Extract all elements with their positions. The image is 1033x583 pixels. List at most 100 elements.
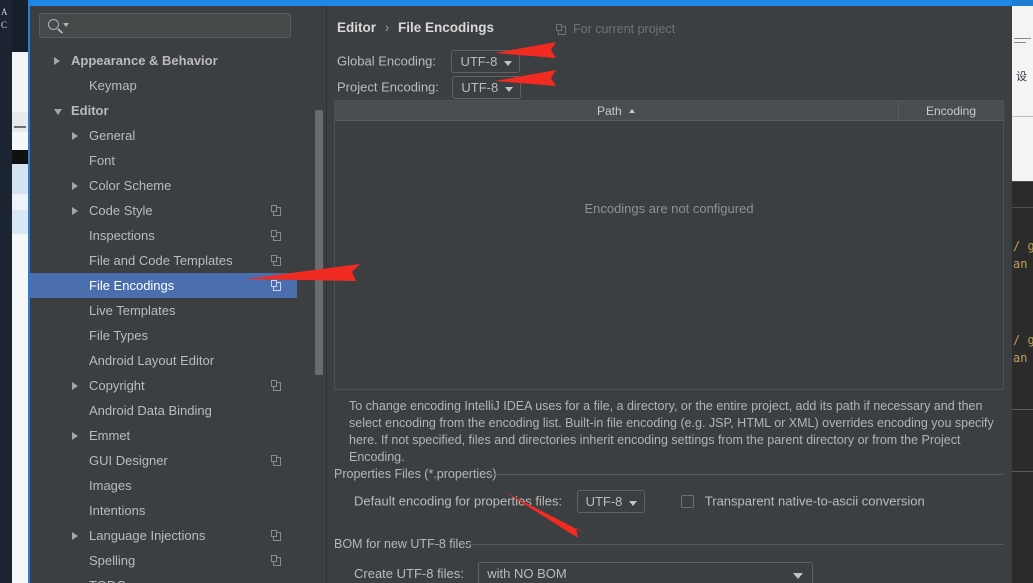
- bom-group-rule: [463, 544, 1004, 545]
- create-utf8-dropdown[interactable]: with NO BOM: [478, 562, 814, 583]
- chevron-down-icon: [793, 573, 804, 579]
- sidebar-item-label: Keymap: [89, 78, 137, 93]
- sidebar-item-emmet[interactable]: Emmet: [30, 423, 297, 448]
- sidebar-item-intentions[interactable]: Intentions: [30, 498, 297, 523]
- sidebar-item-label: Copyright: [89, 378, 145, 393]
- sidebar-item-font[interactable]: Font: [30, 148, 297, 173]
- sort-ascending-icon: [629, 109, 636, 113]
- pencil-icon: [1011, 167, 1012, 181]
- sidebar-item-file-encodings[interactable]: File Encodings: [30, 273, 297, 298]
- table-header: Path Encoding: [335, 101, 1003, 121]
- chevron-down-icon[interactable]: [54, 109, 62, 119]
- sidebar-item-label: File Types: [89, 328, 149, 343]
- breadcrumb-root[interactable]: Editor: [337, 20, 376, 35]
- encodings-table[interactable]: Path Encoding Encodings are not configur…: [334, 100, 1004, 390]
- bg-code-4: an: [1013, 351, 1028, 365]
- sidebar-item-label: Inspections: [89, 228, 155, 243]
- chevron-right-icon[interactable]: [54, 57, 60, 65]
- sidebar-item-label: Intentions: [89, 503, 146, 518]
- transparent-native-to-ascii-checkbox[interactable]: [681, 494, 695, 508]
- bg-code-1: / g: [1013, 239, 1033, 253]
- chevron-right-icon[interactable]: [72, 207, 78, 215]
- tree-scrollbar-thumb[interactable]: [315, 110, 323, 375]
- sidebar-item-spelling[interactable]: Spelling: [30, 548, 297, 573]
- chevron-right-icon[interactable]: [72, 532, 78, 540]
- bg-code-3: / g: [1013, 333, 1033, 347]
- chevron-down-icon: [629, 501, 638, 506]
- chevron-down-icon: [63, 23, 69, 27]
- sidebar-item-live-templates[interactable]: Live Templates: [30, 298, 297, 323]
- sidebar-item-label: GUI Designer: [89, 453, 168, 468]
- default-properties-encoding-value: UTF-8: [585, 494, 623, 509]
- search-icon-handle: [57, 28, 64, 34]
- project-scope-icon: [271, 530, 281, 541]
- background-editor-right: 设 / g an / g an: [1012, 0, 1033, 583]
- bg-code-2: an: [1013, 257, 1028, 271]
- scope-note: For current project: [556, 22, 675, 36]
- background-cjk-text: 设: [1016, 70, 1027, 83]
- sidebar-item-label: Font: [89, 153, 116, 168]
- column-header-path[interactable]: Path: [335, 101, 897, 121]
- add-encoding-button[interactable]: [1009, 102, 1012, 128]
- background-desktop-left: A C: [0, 0, 12, 583]
- background-editor-code: / g an / g an: [1012, 181, 1033, 583]
- settings-dialog: Appearance & Behavior Keymap Editor General…: [28, 0, 1012, 583]
- sidebar-item-copyright[interactable]: Copyright: [30, 373, 297, 398]
- sidebar-item-inspections[interactable]: Inspections: [30, 223, 297, 248]
- sidebar-item-images[interactable]: Images: [30, 473, 297, 498]
- page-title: File Encodings: [398, 20, 495, 35]
- global-encoding-row: Global Encoding: UTF-8: [337, 50, 521, 73]
- project-scope-icon: [556, 24, 567, 35]
- global-encoding-dropdown[interactable]: UTF-8: [451, 50, 521, 73]
- project-scope-icon: [271, 280, 281, 291]
- sidebar-item-label: Android Data Binding: [89, 403, 212, 418]
- create-utf8-label: Create UTF-8 files:: [354, 566, 464, 582]
- sidebar-item-color-scheme[interactable]: Color Scheme: [30, 173, 297, 198]
- create-utf8-row: Create UTF-8 files: with NO BOM: [354, 562, 814, 583]
- sidebar-item-keymap[interactable]: Keymap: [30, 73, 297, 98]
- global-encoding-label: Global Encoding:: [337, 53, 437, 69]
- transparent-native-to-ascii-label[interactable]: Transparent native-to-ascii conversion: [705, 494, 925, 509]
- search-input[interactable]: [39, 13, 291, 38]
- sidebar-item-label: Android Layout Editor: [89, 353, 215, 368]
- sidebar-item-android-layout-editor[interactable]: Android Layout Editor: [30, 348, 297, 373]
- sidebar-item-label: Code Style: [89, 203, 153, 218]
- sidebar-item-label: Emmet: [89, 428, 131, 443]
- create-utf8-value: with NO BOM: [487, 566, 567, 581]
- background-glyph-c: C: [1, 20, 8, 30]
- properties-group-rule: [490, 474, 1004, 475]
- properties-group-title: Properties Files (*.properties): [334, 467, 497, 481]
- sidebar-item-appearance-behavior[interactable]: Appearance & Behavior: [30, 48, 297, 73]
- chevron-right-icon[interactable]: [72, 432, 78, 440]
- edit-encoding-button[interactable]: [1009, 160, 1012, 186]
- sidebar-item-label: TODO: [89, 573, 126, 583]
- project-scope-icon: [271, 555, 281, 566]
- background-editor-white: 设: [1012, 6, 1033, 181]
- sidebar-item-file-and-code-templates[interactable]: File and Code Templates: [30, 248, 297, 273]
- sidebar-item-android-data-binding[interactable]: Android Data Binding: [30, 398, 297, 423]
- sidebar-item-general[interactable]: General: [30, 123, 297, 148]
- settings-tree-pane: Appearance & Behavior Keymap Editor General…: [30, 6, 323, 583]
- column-header-encoding[interactable]: Encoding: [898, 101, 1003, 121]
- chevron-down-icon: [505, 87, 514, 92]
- default-properties-encoding-dropdown[interactable]: UTF-8: [576, 490, 646, 513]
- sidebar-item-label: Color Scheme: [89, 178, 172, 193]
- sidebar-item-file-types[interactable]: File Types: [30, 323, 297, 348]
- chevron-right-icon[interactable]: [72, 132, 78, 140]
- table-empty-message: Encodings are not configured: [584, 201, 754, 216]
- remove-encoding-button[interactable]: [1009, 130, 1012, 156]
- bom-group-title: BOM for new UTF-8 files: [334, 537, 472, 551]
- global-encoding-value: UTF-8: [460, 54, 498, 69]
- sidebar-item-language-injections[interactable]: Language Injections: [30, 523, 297, 548]
- sidebar-item-todo[interactable]: TODO: [30, 573, 297, 583]
- description-text: To change encoding IntelliJ IDEA uses fo…: [349, 399, 994, 464]
- sidebar-item-editor[interactable]: Editor: [30, 98, 297, 123]
- project-encoding-value: UTF-8: [461, 80, 499, 95]
- sidebar-item-code-style[interactable]: Code Style: [30, 198, 297, 223]
- chevron-right-icon[interactable]: [72, 182, 78, 190]
- sidebar-item-gui-designer[interactable]: GUI Designer: [30, 448, 297, 473]
- project-scope-icon: [271, 230, 281, 241]
- chevron-right-icon[interactable]: [72, 382, 78, 390]
- project-encoding-dropdown[interactable]: UTF-8: [452, 76, 522, 99]
- breadcrumb: Editor › File Encodings: [337, 20, 494, 35]
